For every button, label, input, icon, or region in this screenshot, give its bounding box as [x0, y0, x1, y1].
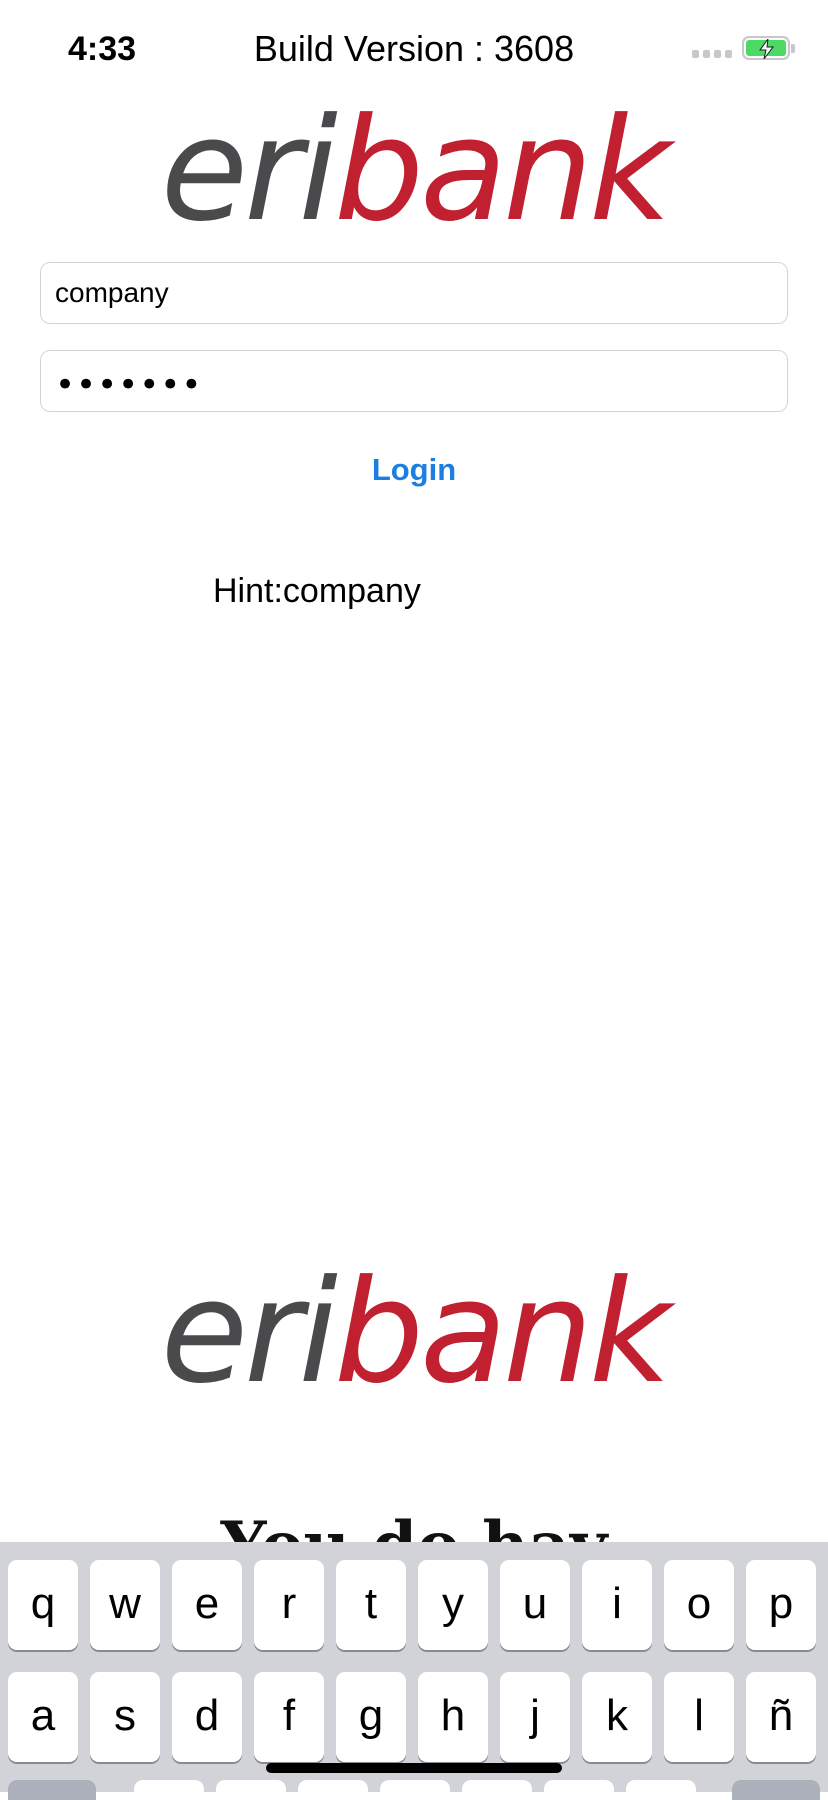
battery-tip: [791, 44, 795, 53]
key-ñ[interactable]: ñ: [746, 1672, 816, 1762]
logo-bank-text: bank: [333, 88, 671, 253]
backspace-key[interactable]: [732, 1780, 820, 1800]
key-l[interactable]: l: [664, 1672, 734, 1762]
keyboard-key[interactable]: [626, 1780, 696, 1800]
key-k[interactable]: k: [582, 1672, 652, 1762]
key-q[interactable]: q: [8, 1560, 78, 1650]
status-bar: 4:33 Build Version : 3608: [0, 0, 828, 100]
key-o[interactable]: o: [664, 1560, 734, 1650]
on-screen-keyboard: qwertyuiop asdfghjklñ: [0, 1542, 828, 1800]
charging-bolt-icon: [759, 39, 774, 59]
eribank-logo-bottom: eribank: [0, 1262, 828, 1404]
key-f[interactable]: f: [254, 1672, 324, 1762]
key-u[interactable]: u: [500, 1560, 570, 1650]
key-g[interactable]: g: [336, 1672, 406, 1762]
password-input[interactable]: •••••••: [55, 365, 202, 405]
key-p[interactable]: p: [746, 1560, 816, 1650]
keyboard-key[interactable]: [380, 1780, 450, 1800]
key-d[interactable]: d: [172, 1672, 242, 1762]
key-h[interactable]: h: [418, 1672, 488, 1762]
signal-icon: [692, 50, 732, 58]
shift-key[interactable]: [8, 1780, 96, 1800]
key-y[interactable]: y: [418, 1560, 488, 1650]
battery-icon: [742, 36, 790, 60]
keyboard-key[interactable]: [462, 1780, 532, 1800]
password-field[interactable]: •••••••: [40, 350, 788, 412]
key-e[interactable]: e: [172, 1560, 242, 1650]
key-t[interactable]: t: [336, 1560, 406, 1650]
home-indicator: [266, 1763, 562, 1773]
key-s[interactable]: s: [90, 1672, 160, 1762]
key-w[interactable]: w: [90, 1560, 160, 1650]
logo-eri-text: eri: [160, 88, 338, 253]
build-version-label: Build Version : 3608: [253, 28, 575, 69]
username-field[interactable]: [40, 262, 788, 324]
key-i[interactable]: i: [582, 1560, 652, 1650]
hint-label: Hint:company: [213, 572, 421, 610]
logo-bank-text: bank: [333, 1250, 671, 1415]
eribank-logo: eribank: [0, 100, 828, 242]
login-button[interactable]: Login: [0, 452, 828, 488]
username-input[interactable]: [41, 263, 787, 323]
keyboard-key[interactable]: [134, 1780, 204, 1800]
key-r[interactable]: r: [254, 1560, 324, 1650]
key-j[interactable]: j: [500, 1672, 570, 1762]
logo-eri-text: eri: [160, 1250, 338, 1415]
keyboard-row-3: [0, 1780, 828, 1800]
keyboard-key[interactable]: [216, 1780, 286, 1800]
keyboard-key[interactable]: [544, 1780, 614, 1800]
key-a[interactable]: a: [8, 1672, 78, 1762]
keyboard-key[interactable]: [298, 1780, 368, 1800]
